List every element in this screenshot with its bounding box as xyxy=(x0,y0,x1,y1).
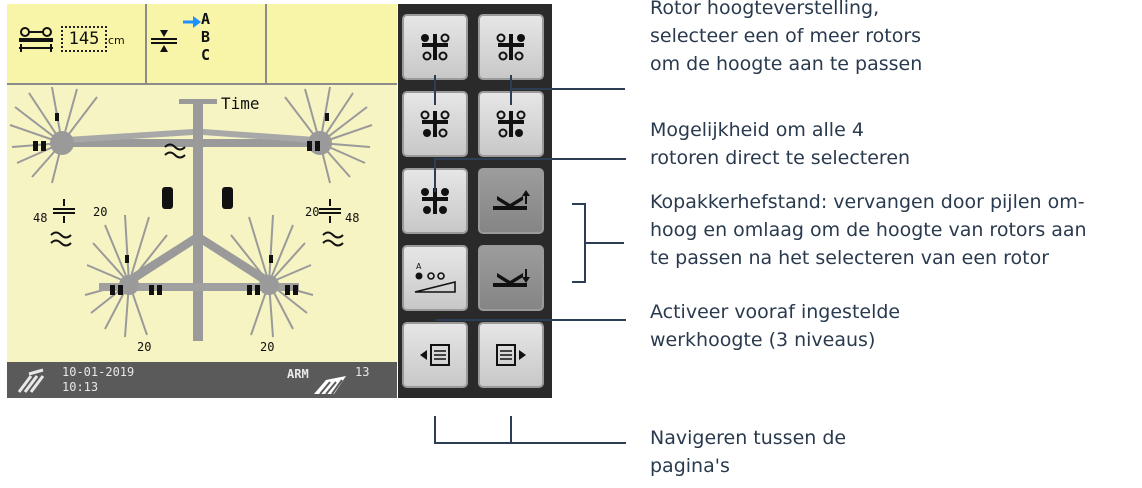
annotation-line: pagina's xyxy=(650,455,730,477)
callout-line xyxy=(434,442,626,444)
svg-text:A: A xyxy=(416,262,422,271)
rear-right: 20 xyxy=(260,340,275,354)
annotation-line: rotoren direct te selecteren xyxy=(650,147,911,169)
headland-up-icon xyxy=(493,190,530,210)
annotation-rotor-height: Rotor hoogteverstelling, selecteer een o… xyxy=(650,0,922,78)
rake-status-icon xyxy=(17,368,45,393)
callout-line xyxy=(586,242,624,244)
status-mode: ARM xyxy=(287,367,309,381)
level-c: C xyxy=(201,46,211,64)
topbar-divider xyxy=(265,4,267,83)
rotor-select-icon xyxy=(420,110,450,138)
width-right: 48 xyxy=(345,211,360,225)
rotor-height-icon xyxy=(19,27,53,52)
annotation-line: Kopakkerhefstand: vervangen door pijlen … xyxy=(650,191,1085,213)
rotor-select-icon xyxy=(496,33,525,61)
page-prev-button[interactable] xyxy=(402,322,468,388)
top-status-bar: 145 cm A B C xyxy=(7,4,397,85)
terminal-screen: 145 cm A B C Time 48 20 20 48 20 20 10-0… xyxy=(7,4,397,398)
callout-line xyxy=(510,416,512,444)
annotation-line: om de hoogte aan te passen xyxy=(650,53,923,75)
rotor-left-front-button[interactable] xyxy=(402,14,468,80)
callout-bracket xyxy=(572,281,586,283)
callout-line xyxy=(434,75,436,105)
status-count: 13 xyxy=(355,365,370,379)
page-next-button[interactable] xyxy=(478,322,544,388)
rotor-select-icon xyxy=(421,33,450,61)
headland-raise-button[interactable] xyxy=(478,168,544,234)
preset-height-button[interactable]: A xyxy=(402,245,468,311)
annotation-preset: Activeer vooraf ingestelde werkhoogte (3… xyxy=(650,298,900,354)
bottom-status-bar: 10-01-2019 10:13 ARM 13 xyxy=(7,362,397,398)
headland-lower-button[interactable] xyxy=(478,245,544,311)
level-a: A xyxy=(201,10,211,28)
rotor-select-icon xyxy=(496,110,526,138)
level-b: B xyxy=(201,28,211,46)
callout-line xyxy=(434,158,436,192)
topbar-divider xyxy=(145,4,147,83)
annotation-line: hoog en omlaag om de hoogte van rotors a… xyxy=(650,219,1087,241)
page-next-icon xyxy=(496,344,526,366)
callout-line xyxy=(436,158,626,160)
annotation-line: Activeer vooraf ingestelde xyxy=(650,301,901,323)
rake-diagram xyxy=(9,86,373,341)
page-prev-icon xyxy=(420,344,450,366)
height-unit: cm xyxy=(108,34,125,47)
annotation-line: te passen na het selecteren van een roto… xyxy=(650,247,1050,269)
annotation-all-rotors: Mogelijkheid om alle 4 rotoren direct te… xyxy=(650,116,910,172)
callout-line xyxy=(436,319,626,321)
height-value: 145 xyxy=(61,26,107,52)
status-date: 10-01-2019 xyxy=(62,365,135,379)
annotation-line: Mogelijkheid om alle 4 xyxy=(650,119,864,141)
callout-line xyxy=(510,75,512,105)
annotation-headland: Kopakkerhefstand: vervangen door pijlen … xyxy=(650,188,1087,272)
callout-line xyxy=(512,88,625,90)
softkey-panel: A xyxy=(398,4,552,398)
annotation-navigate: Navigeren tussen de pagina's xyxy=(650,424,846,480)
annotation-line: werkhoogte (3 niveaus) xyxy=(650,329,876,351)
distance-right: 20 xyxy=(305,205,320,219)
headland-down-icon xyxy=(493,269,530,287)
preset-height-icon: A xyxy=(414,262,456,293)
width-left: 48 xyxy=(33,211,48,225)
annotation-line: Rotor hoogteverstelling, xyxy=(650,0,880,19)
level-arrow-icon xyxy=(183,16,201,28)
callout-line xyxy=(434,416,436,444)
annotation-line: Navigeren tussen de xyxy=(650,427,847,449)
rear-left: 20 xyxy=(137,340,152,354)
time-label: Time xyxy=(221,94,260,113)
distance-left: 20 xyxy=(93,205,108,219)
height-adjust-icon xyxy=(151,30,177,52)
rotor-right-front-button[interactable] xyxy=(478,14,544,80)
status-time: 10:13 xyxy=(62,380,99,394)
counter-icon xyxy=(314,376,346,395)
annotation-line: selecteer een of meer rotors xyxy=(650,25,922,47)
